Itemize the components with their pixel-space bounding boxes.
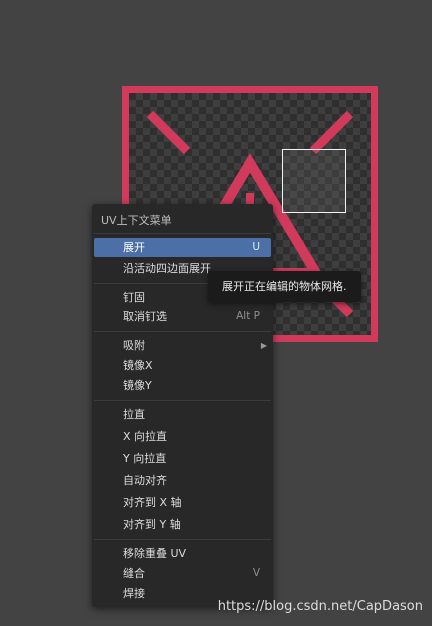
menu-title: UV上下文菜单 [101,214,172,227]
menu-item-unpin[interactable]: 取消钉选 Alt P [94,307,271,326]
selected-uv-island[interactable] [282,149,346,213]
menu-item-snap[interactable]: 吸附 ▶ [94,336,271,355]
menu-item-label: 镜像X [123,359,153,372]
tooltip-text: 展开正在编辑的物体网格. [222,280,347,293]
menu-item-mirror-x[interactable]: 镜像X [94,356,271,375]
menu-item-label: Y 向拉直 [123,452,167,465]
menu-item-straighten-y[interactable]: Y 向拉直 [94,449,271,468]
menu-item-label: 吸附 [123,339,145,352]
menu-item-label: 钉固 [123,291,145,304]
menu-item-straighten-x[interactable]: X 向拉直 [94,427,271,446]
menu-item-label: 对齐到 Y 轴 [123,518,181,531]
menu-item-straighten[interactable]: 拉直 [94,405,271,424]
menu-separator [94,539,271,540]
watermark: https://blog.csdn.net/CapDason [217,599,423,614]
menu-item-label: 对齐到 X 轴 [123,496,182,509]
menu-item-shortcut: Alt P [236,310,260,322]
submenu-arrow-icon: ▶ [260,341,267,350]
menu-item-label: 移除重叠 UV [123,547,187,560]
menu-item-remove-overlap-uv[interactable]: 移除重叠 UV [94,544,271,563]
menu-separator [94,233,271,234]
menu-separator [94,331,271,332]
menu-item-label: 镜像Y [123,379,152,392]
uv-context-menu: UV上下文菜单 展开 U 沿活动四边面展开 钉固 取消钉选 Alt P 吸附 ▶… [92,204,273,607]
menu-item-shortcut: U [252,241,260,253]
menu-item-align-y[interactable]: 对齐到 Y 轴 [94,515,271,534]
menu-item-align-x[interactable]: 对齐到 X 轴 [94,493,271,512]
menu-item-mirror-y[interactable]: 镜像Y [94,376,271,395]
menu-item-align-auto[interactable]: 自动对齐 [94,471,271,490]
menu-item-label: 沿活动四边面展开 [123,262,211,275]
menu-separator [94,400,271,401]
menu-item-unwrap[interactable]: 展开 U [94,238,271,257]
menu-item-label: 拉直 [123,408,145,421]
unwrap-tooltip: 展开正在编辑的物体网格. [208,271,361,302]
menu-item-label: 展开 [123,241,145,254]
menu-item-stitch[interactable]: 缝合 V [94,564,271,583]
menu-item-label: X 向拉直 [123,430,168,443]
menu-item-label: 自动对齐 [123,474,167,487]
menu-item-label: 取消钉选 [123,310,167,323]
menu-item-shortcut: V [252,567,260,579]
menu-item-label: 缝合 [123,567,145,580]
menu-item-label: 焊接 [123,587,145,600]
